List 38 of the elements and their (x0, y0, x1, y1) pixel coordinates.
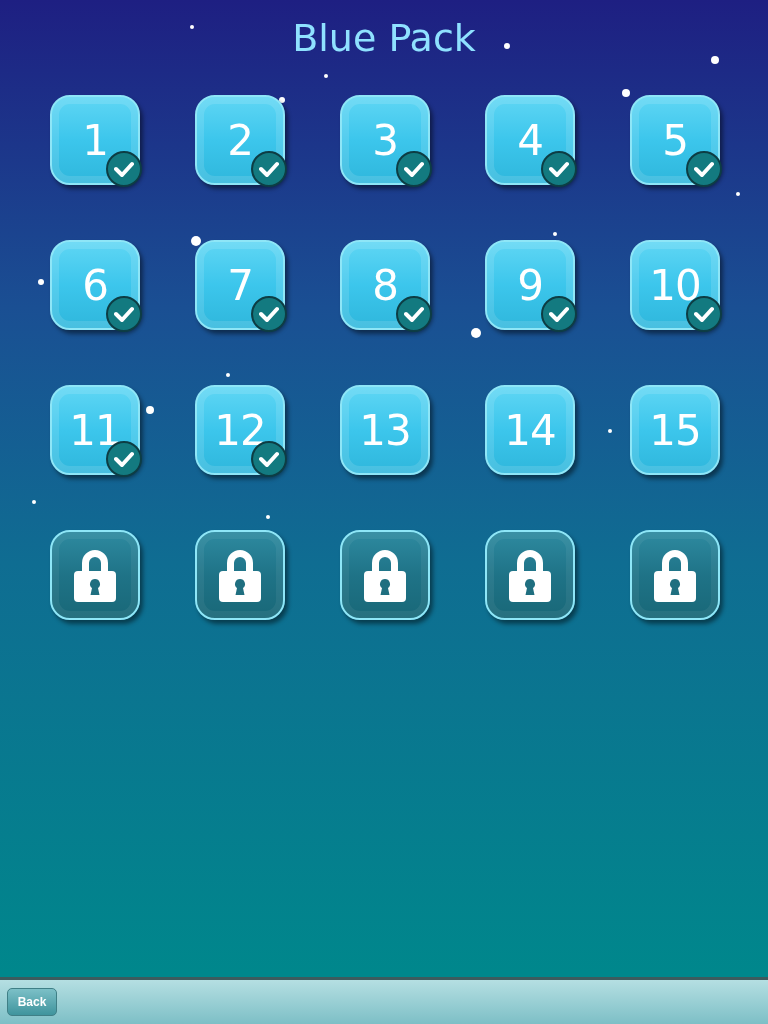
level-button[interactable]: 11 (50, 385, 140, 475)
level-button[interactable]: 1 (50, 95, 140, 185)
snow-dot (38, 279, 44, 285)
level-button[interactable]: 8 (340, 240, 430, 330)
back-button[interactable]: Back (7, 988, 57, 1016)
snow-dot (324, 74, 328, 78)
level-button[interactable]: 6 (50, 240, 140, 330)
snow-dot (736, 192, 740, 196)
page-title: Blue Pack (292, 16, 476, 60)
level-button[interactable]: 14 (485, 385, 575, 475)
locked-level-button[interactable] (50, 530, 140, 620)
locked-level-button[interactable] (630, 530, 720, 620)
snow-dot (471, 328, 481, 338)
snow-dot (146, 406, 154, 414)
level-button[interactable]: 15 (630, 385, 720, 475)
locked-level-button[interactable] (340, 530, 430, 620)
snow-dot (226, 373, 230, 377)
locked-level-button[interactable] (485, 530, 575, 620)
snow-dot (711, 56, 719, 64)
level-button[interactable]: 5 (630, 95, 720, 185)
snow-dot (191, 236, 201, 246)
level-button[interactable]: 10 (630, 240, 720, 330)
level-button[interactable]: 4 (485, 95, 575, 185)
locked-level-button[interactable] (195, 530, 285, 620)
snow-dot (553, 232, 557, 236)
snow-dot (190, 25, 194, 29)
level-button[interactable]: 9 (485, 240, 575, 330)
level-button[interactable]: 13 (340, 385, 430, 475)
snow-dot (32, 500, 36, 504)
snow-dot (608, 429, 612, 433)
snow-dot (266, 515, 270, 519)
snow-dot (279, 97, 285, 103)
level-button[interactable]: 2 (195, 95, 285, 185)
level-button[interactable]: 7 (195, 240, 285, 330)
level-button[interactable]: 3 (340, 95, 430, 185)
snow-dot (504, 43, 510, 49)
level-button[interactable]: 12 (195, 385, 285, 475)
snow-dot (622, 89, 630, 97)
